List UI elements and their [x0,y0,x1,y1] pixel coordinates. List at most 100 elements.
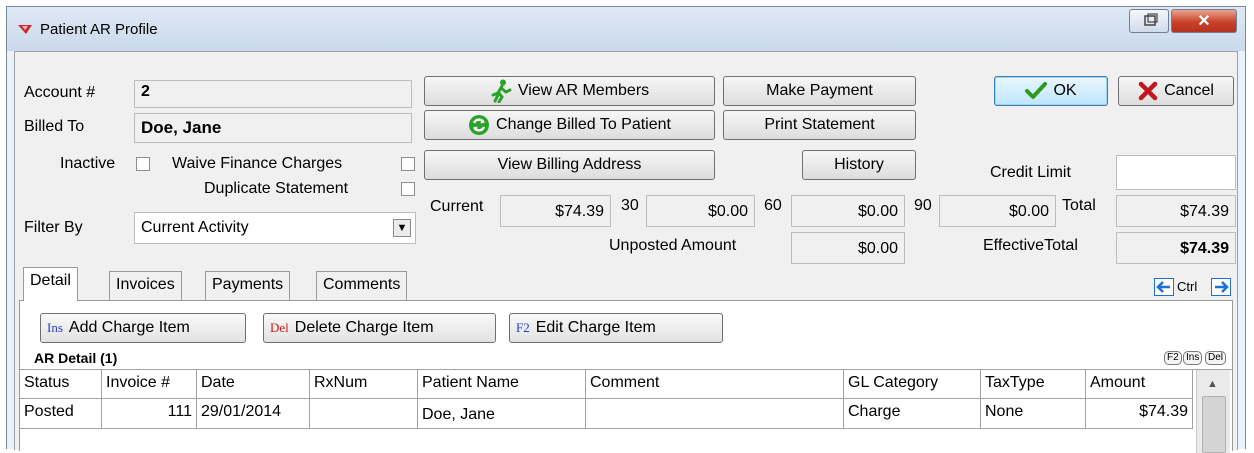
app-logo-icon [18,25,32,34]
add-charge-item-button[interactable]: Ins Add Charge Item [40,313,246,343]
running-man-icon [491,79,512,103]
vertical-scrollbar[interactable]: ▲ [1196,370,1230,453]
print-statement-button[interactable]: Print Statement [723,110,916,140]
cell-gl-category[interactable]: Charge [844,399,981,429]
days-30-field: $0.00 [646,195,755,227]
ctrl-label: Ctrl [1177,279,1198,294]
column-header-status[interactable]: Status [20,370,102,399]
filter-by-select[interactable]: Current Activity ▼ [134,212,416,244]
del-key-label: Del [270,320,289,335]
cell-status[interactable]: Posted [20,399,102,429]
waive-finance-checkbox[interactable] [401,157,415,171]
chevron-down-icon[interactable]: ▼ [393,219,411,237]
days-90-field: $0.00 [939,195,1056,227]
history-button[interactable]: History [802,150,916,180]
cell-invoice[interactable]: 111 [102,399,197,429]
column-header-gl-category[interactable]: GL Category [844,370,981,399]
tab-invoices[interactable]: Invoices [109,271,182,300]
inactive-checkbox[interactable] [136,157,150,171]
delete-charge-item-label: Delete Charge Item [294,319,434,336]
ins-key-label: Ins [47,320,63,335]
history-label: History [834,156,884,173]
column-header-amount[interactable]: Amount [1086,370,1193,399]
cell-patient-name[interactable]: Doe, Jane [418,399,586,429]
scroll-up-icon[interactable]: ▲ [1207,378,1218,390]
days-60-label: 60 [764,197,782,214]
ok-button[interactable]: OK [994,76,1108,106]
days-90-label: 90 [914,197,932,214]
cell-date[interactable]: 29/01/2014 [197,399,310,429]
title-bar: Patient AR Profile ✕ [7,7,1245,51]
filter-by-value: Current Activity [141,219,249,236]
current-label: Current [430,198,484,215]
view-billing-address-button[interactable]: View Billing Address [424,150,715,180]
cell-rxnum[interactable] [310,399,418,429]
view-ar-members-label: View AR Members [517,82,650,99]
view-ar-members-button[interactable]: View AR Members [424,76,715,106]
waive-finance-label: Waive Finance Charges [172,155,343,172]
column-header-comment[interactable]: Comment [586,370,844,399]
column-header-date[interactable]: Date [197,370,310,399]
credit-limit-field[interactable] [1116,155,1236,190]
cell-comment[interactable] [586,399,844,429]
view-billing-address-label: View Billing Address [497,156,642,173]
current-field: $74.39 [500,195,611,227]
restore-icon [1144,13,1158,26]
next-arrow-icon[interactable] [1211,278,1231,296]
effective-total-field: $74.39 [1116,232,1236,264]
previous-arrow-icon[interactable] [1154,278,1174,296]
change-billed-to-button[interactable]: Change Billed To Patient [424,110,715,140]
scrollbar-thumb[interactable] [1202,396,1226,453]
ar-detail-table: Status Invoice # Date RxNum Patient Name… [20,369,1232,453]
tab-comments[interactable]: Comments [316,271,408,300]
del-mini-button[interactable]: Del [1205,351,1227,365]
patient-ar-profile-window: Patient AR Profile ✕ Account # 2 Billed … [6,6,1246,453]
account-label: Account # [24,84,96,101]
unposted-amount-field: $0.00 [791,232,905,264]
cell-taxtype[interactable]: None [981,399,1086,429]
ar-detail-title: AR Detail (1) [34,350,118,366]
make-payment-label: Make Payment [766,82,873,99]
cancel-button[interactable]: Cancel [1118,76,1234,106]
checkmark-icon [1025,82,1048,99]
filter-by-label: Filter By [24,219,83,237]
print-statement-label: Print Statement [764,116,875,133]
cancel-label: Cancel [1164,82,1214,99]
change-billed-to-label: Change Billed To Patient [496,116,671,133]
make-payment-button[interactable]: Make Payment [723,76,916,106]
column-header-invoice[interactable]: Invoice # [102,370,197,399]
total-label: Total [1062,197,1096,214]
add-charge-item-label: Add Charge Item [68,319,190,336]
account-number-field: 2 [134,80,412,108]
f2-mini-button[interactable]: F2 [1164,351,1182,365]
billed-to-field: Doe, Jane [134,113,412,143]
column-header-rxnum[interactable]: RxNum [310,370,418,399]
filter-by-text: Filter By [24,219,83,236]
delete-charge-item-button[interactable]: Del Delete Charge Item [263,313,496,343]
detail-panel: Ins Add Charge Item Del Delete Charge It… [19,300,1233,453]
billed-to-label: Billed To [24,118,85,135]
column-header-taxtype[interactable]: TaxType [981,370,1086,399]
cell-amount[interactable]: $74.39 [1086,399,1193,429]
column-header-patient-name[interactable]: Patient Name [418,370,586,399]
refresh-icon [469,115,490,135]
main-content: Account # 2 Billed To Doe, Jane Inactive… [14,51,1238,453]
tab-payments[interactable]: Payments [205,271,291,300]
total-field: $74.39 [1116,195,1236,227]
effective-total-label: EffectiveTotal [983,237,1078,254]
restore-button[interactable] [1129,9,1169,33]
tab-detail[interactable]: Detail [23,267,78,301]
close-button[interactable]: ✕ [1171,9,1237,33]
unposted-amount-label: Unposted Amount [609,237,737,254]
close-icon: ✕ [1197,13,1211,30]
cancel-x-icon [1138,81,1158,101]
duplicate-statement-checkbox[interactable] [401,182,415,196]
duplicate-statement-label: Duplicate Statement [204,180,349,197]
ok-label: OK [1053,82,1077,99]
edit-charge-item-button[interactable]: F2 Edit Charge Item [509,313,723,343]
edit-charge-item-label: Edit Charge Item [535,319,656,336]
days-60-field: $0.00 [791,195,905,227]
window-title: Patient AR Profile [40,21,158,38]
days-30-label: 30 [621,197,639,214]
ins-mini-button[interactable]: Ins [1183,351,1203,365]
